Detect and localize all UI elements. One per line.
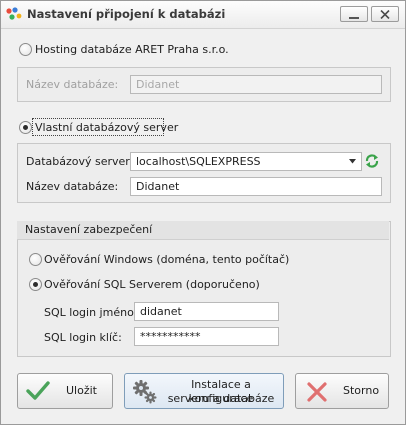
app-logo-icon [6, 7, 22, 20]
own-server-option-label[interactable]: Vlastní databázový server [35, 121, 178, 134]
close-icon [380, 10, 390, 19]
hosting-db-name-field[interactable]: Didanet [130, 75, 382, 94]
windows-auth-label[interactable]: Ověřování Windows (doména, tento počítač… [44, 253, 289, 266]
connection-settings-window: Nastavení připojení k databázi Hosting d… [0, 0, 406, 425]
x-icon [307, 382, 327, 402]
own-db-name-field[interactable]: Didanet [130, 177, 382, 196]
checkmark-icon [26, 381, 50, 400]
install-button-line2: serveru a databáze [167, 392, 275, 405]
hosting-group: Název databáze: Didanet [17, 67, 391, 102]
minimize-icon [349, 17, 359, 19]
own-server-radio[interactable] [19, 121, 32, 134]
title-bar: Nastavení připojení k databázi [1, 1, 405, 29]
security-header-label: Nastavení zabezpečení [25, 223, 153, 236]
gears-icon [133, 380, 157, 404]
server-value: localhost\SQLEXPRESS [136, 155, 261, 168]
install-configure-button[interactable]: Instalace a konfigurace serveru a databá… [124, 373, 284, 409]
window-title: Nastavení připojení k databázi [27, 7, 226, 21]
server-label: Databázový server: [26, 155, 134, 168]
close-button[interactable] [371, 6, 399, 22]
sql-auth-label[interactable]: Ověřování SQL Serverem (doporučeno) [44, 278, 260, 291]
save-button-label: Uložit [66, 384, 97, 397]
hosting-radio[interactable] [19, 43, 32, 56]
hosting-db-name-label: Název databáze: [26, 78, 119, 91]
cancel-button[interactable]: Storno [295, 373, 389, 409]
windows-auth-radio[interactable] [29, 253, 42, 266]
sql-auth-radio[interactable] [29, 278, 42, 291]
hosting-option-label[interactable]: Hosting databáze ARET Praha s.r.o. [35, 43, 229, 56]
save-button[interactable]: Uložit [17, 373, 113, 409]
server-combobox[interactable]: localhost\SQLEXPRESS [130, 152, 362, 171]
minimize-button[interactable] [340, 6, 368, 22]
own-server-group: Databázový server: localhost\SQLEXPRESS … [17, 143, 391, 203]
login-password-label: SQL login klíč: [44, 331, 122, 344]
security-header: Nastavení zabezpečení [17, 221, 389, 240]
login-name-field[interactable]: didanet [134, 302, 279, 321]
chevron-down-icon[interactable] [349, 159, 356, 164]
cancel-button-label: Storno [343, 384, 380, 397]
refresh-icon[interactable] [364, 153, 380, 169]
own-db-name-label: Název databáze: [26, 180, 119, 193]
login-name-label: SQL login jméno: [44, 306, 138, 319]
login-password-field[interactable]: *********** [134, 327, 279, 346]
